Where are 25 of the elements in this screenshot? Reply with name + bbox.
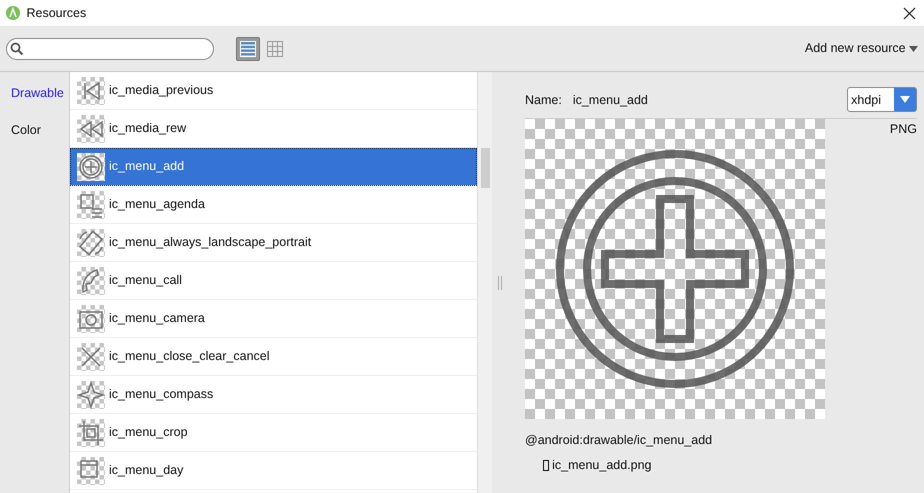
rotate-phone-icon <box>77 228 105 256</box>
list-view-button[interactable] <box>236 36 260 60</box>
category-tab[interactable]: Color <box>0 108 69 146</box>
file-name: ic_menu_add.png <box>552 456 652 474</box>
name-value: ic_menu_add <box>572 92 648 109</box>
close-button[interactable] <box>902 6 916 20</box>
resource-list-item[interactable]: ic_menu_add <box>70 148 477 186</box>
category-tab[interactable]: Drawable <box>0 72 69 109</box>
format-label: PNG <box>890 121 917 138</box>
caret-icon <box>900 96 910 104</box>
splitter-grip-icon[interactable] <box>498 276 502 290</box>
caret-icon <box>908 46 918 52</box>
crop-icon <box>77 418 105 446</box>
name-label: Name: <box>525 92 562 109</box>
search-icon <box>10 42 24 56</box>
compass-icon <box>77 380 105 408</box>
density-dropdown[interactable]: xhdpi <box>847 87 917 112</box>
plus-circle-icon <box>77 152 105 180</box>
file-icon <box>543 460 549 471</box>
resource-reference: @android:drawable/ic_menu_add <box>525 432 712 449</box>
search-field[interactable] <box>6 38 214 60</box>
add-resource-dropdown[interactable]: Add new resource <box>804 39 918 58</box>
scrollbar[interactable] <box>477 72 492 493</box>
app-logo-icon <box>6 6 20 20</box>
window-title: Resources <box>26 4 86 22</box>
